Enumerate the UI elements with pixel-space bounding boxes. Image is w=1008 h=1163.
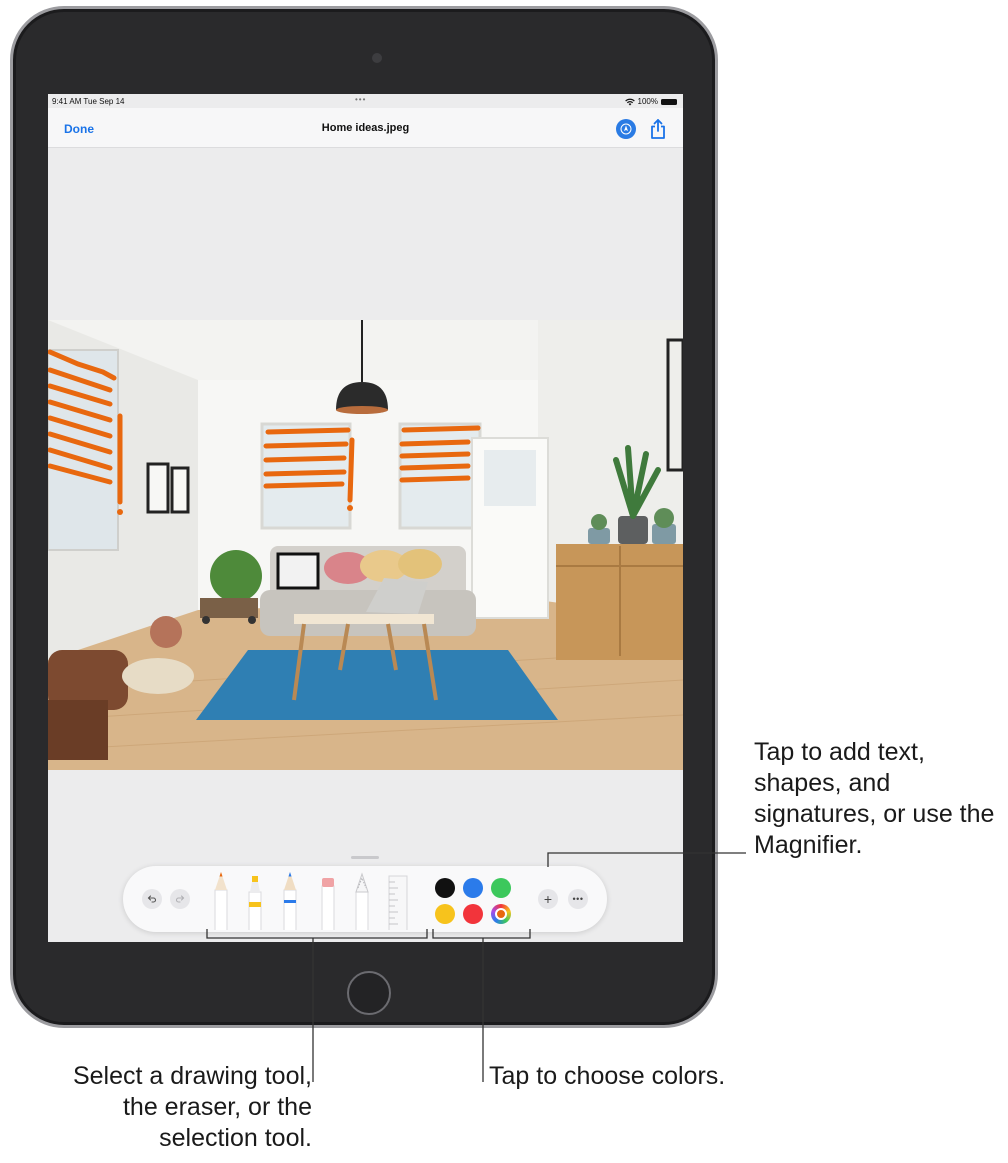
color-black[interactable] bbox=[435, 878, 455, 898]
status-bar: 9:41 AM Tue Sep 14 ••• 100% bbox=[48, 94, 683, 108]
status-time: 9:41 AM Tue Sep 14 bbox=[52, 97, 125, 106]
eraser-tool[interactable] bbox=[318, 868, 338, 930]
color-green[interactable] bbox=[491, 878, 511, 898]
living-room-photo bbox=[48, 320, 683, 770]
wifi-icon bbox=[624, 98, 635, 105]
toolbar-grabber[interactable] bbox=[351, 856, 379, 859]
front-camera bbox=[372, 53, 382, 63]
battery-percent: 100% bbox=[637, 97, 658, 106]
markup-toolbar: + ••• bbox=[123, 866, 607, 932]
illustration: 9:41 AM Tue Sep 14 ••• 100% Done Home id… bbox=[0, 0, 1008, 1163]
pen-tool[interactable] bbox=[211, 868, 231, 930]
document-title: Home ideas.jpeg bbox=[321, 122, 410, 134]
color-picker-multicolor[interactable] bbox=[491, 904, 511, 924]
undo-icon bbox=[147, 895, 157, 903]
status-right: 100% bbox=[624, 97, 677, 106]
callout-drawing-text: Select a drawing tool, the eraser, or th… bbox=[72, 1062, 312, 1152]
undo-button[interactable] bbox=[142, 889, 162, 909]
ipad-screen: 9:41 AM Tue Sep 14 ••• 100% Done Home id… bbox=[48, 94, 683, 942]
pencil-tool[interactable] bbox=[280, 868, 300, 930]
color-yellow[interactable] bbox=[435, 904, 455, 924]
add-button[interactable]: + bbox=[538, 889, 558, 909]
home-button[interactable] bbox=[347, 971, 391, 1015]
color-red[interactable] bbox=[463, 904, 483, 924]
ruler-tool[interactable] bbox=[386, 868, 410, 930]
redo-button[interactable] bbox=[170, 889, 190, 909]
multitasking-dots[interactable]: ••• bbox=[355, 95, 366, 104]
callout-colors-text: Tap to choose colors. bbox=[489, 1062, 726, 1090]
lasso-tool[interactable] bbox=[351, 868, 373, 930]
markup-button[interactable] bbox=[616, 119, 636, 139]
marker-tool[interactable] bbox=[245, 868, 265, 930]
share-icon[interactable] bbox=[649, 118, 667, 140]
markup-pen-icon bbox=[620, 123, 632, 135]
color-blue[interactable] bbox=[463, 878, 483, 898]
callout-add-text: Tap to add text, shapes, and signatures,… bbox=[754, 738, 995, 859]
navigation-bar: Done Home ideas.jpeg bbox=[48, 108, 683, 148]
battery-icon bbox=[661, 98, 677, 105]
selected-color-indicator bbox=[495, 908, 507, 920]
more-button[interactable]: ••• bbox=[568, 889, 588, 909]
redo-icon bbox=[175, 895, 185, 903]
